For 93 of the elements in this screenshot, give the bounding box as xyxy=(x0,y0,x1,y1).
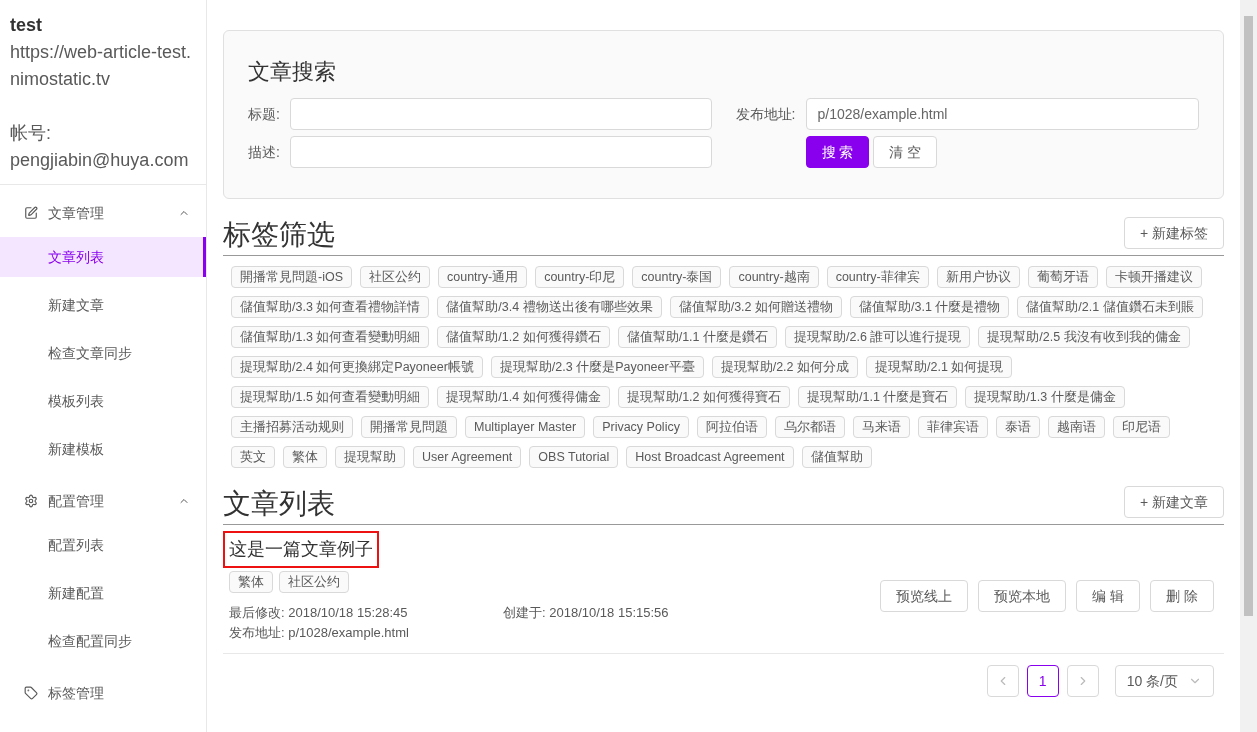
tag[interactable]: 儲值幫助/1.1 什麼是鑽石 xyxy=(617,326,777,348)
new-tag-button[interactable]: + 新建标签 xyxy=(1123,217,1224,249)
tag[interactable]: 儲值幫助 xyxy=(801,446,872,468)
tag[interactable]: Host Broadcast Agreement xyxy=(626,446,794,468)
tag[interactable]: 泰语 xyxy=(995,416,1040,438)
tag[interactable]: 儲值幫助/2.1 儲值鑽石未到賬 xyxy=(1017,296,1203,318)
tag[interactable]: 提現幫助/2.4 如何更換綁定Payoneer帳號 xyxy=(231,356,483,378)
tag[interactable]: 马来语 xyxy=(852,416,910,438)
tag[interactable]: 提現幫助/1.3 什麼是傭金 xyxy=(965,386,1125,408)
tag[interactable]: 開播常見問題-iOS xyxy=(231,266,352,288)
edit-icon xyxy=(24,206,38,220)
tag[interactable]: 儲值幫助/3.2 如何贈送禮物 xyxy=(669,296,842,318)
tag[interactable]: 印尼语 xyxy=(1112,416,1170,438)
menu-item[interactable]: 新建文章 xyxy=(0,285,206,325)
new-article-button[interactable]: + 新建文章 xyxy=(1123,486,1224,518)
account-email: pengjiabin@huya.com xyxy=(10,149,190,172)
tag[interactable]: 主播招募活动规则 xyxy=(231,416,353,438)
clear-button[interactable]: 清 空 xyxy=(873,136,938,168)
tag[interactable]: 開播常見問題 xyxy=(361,416,457,438)
tag[interactable]: 提現幫助/1.4 如何獲得傭金 xyxy=(437,386,610,408)
page-button[interactable]: 1 xyxy=(1026,665,1059,697)
tag[interactable]: 繁体 xyxy=(283,446,327,468)
tag[interactable]: Multiplayer Master xyxy=(465,416,586,438)
modified-time: 最后修改: 2018/10/18 15:28:45 xyxy=(229,604,409,622)
tag[interactable]: 提現幫助/1.5 如何查看變動明細 xyxy=(231,386,430,408)
tag[interactable]: 英文 xyxy=(231,446,275,468)
text-field[interactable] xyxy=(290,136,712,168)
tag[interactable]: 社区公约 xyxy=(360,266,430,288)
tag[interactable]: 儲值幫助/1.3 如何查看變動明細 xyxy=(231,326,430,348)
tag[interactable]: 提現幫助 xyxy=(335,446,405,468)
created-time: 创建于: 2018/10/18 15:15:56 xyxy=(503,604,669,622)
url-field[interactable]: p/1028/example.html xyxy=(805,98,1199,130)
tag[interactable]: country-通用 xyxy=(438,266,528,288)
site-name: test xyxy=(10,14,43,37)
menu-group[interactable]: 标签管理 xyxy=(0,669,206,717)
account-label: 帐号: xyxy=(10,122,52,145)
action-button[interactable]: 预览线上 xyxy=(880,580,969,612)
tag[interactable]: 葡萄牙语 xyxy=(1027,266,1098,288)
menu-item[interactable]: 模板列表 xyxy=(0,381,206,421)
next-page-button[interactable] xyxy=(1066,665,1099,697)
tag[interactable]: 乌尔都语 xyxy=(774,416,845,438)
tag[interactable]: 儲值幫助/3.3 如何查看禮物詳情 xyxy=(231,296,430,318)
field-label: 描述: xyxy=(248,142,281,162)
settings-icon xyxy=(24,494,38,508)
tag[interactable]: 新用户协议 xyxy=(936,266,1020,288)
tag[interactable]: 儲值幫助/3.4 禮物送出後有哪些效果 xyxy=(437,296,662,318)
tag[interactable]: 提現幫助/2.3 什麼是Payoneer平臺 xyxy=(490,356,704,378)
section-title: 标签筛选 xyxy=(223,218,335,252)
tag[interactable]: 阿拉伯语 xyxy=(696,416,767,438)
search-button[interactable]: 搜 索 xyxy=(805,136,870,168)
tag[interactable]: country-印尼 xyxy=(535,266,625,288)
menu-item[interactable]: 新建模板 xyxy=(0,429,206,469)
tag-icon xyxy=(24,686,38,700)
menu-item[interactable]: 文章列表 xyxy=(0,237,206,277)
field-label: 标题: xyxy=(248,104,281,124)
action-button[interactable]: 预览本地 xyxy=(978,580,1067,612)
menu-item[interactable]: 新建配置 xyxy=(0,573,206,613)
tag[interactable]: 提現幫助/2.2 如何分成 xyxy=(711,356,858,378)
tag[interactable]: country-泰国 xyxy=(632,266,722,288)
page-size-select[interactable]: 10 条/页 xyxy=(1114,665,1214,697)
tag[interactable]: 提現幫助/1.2 如何獲得寶石 xyxy=(617,386,790,408)
scrollbar[interactable] xyxy=(1240,0,1257,732)
tag[interactable]: 卡顿开播建议 xyxy=(1105,266,1202,288)
menu-group[interactable]: 配置管理 xyxy=(0,477,206,525)
tag[interactable]: 越南语 xyxy=(1047,416,1105,438)
action-button[interactable]: 编 辑 xyxy=(1076,580,1141,612)
tag[interactable]: 提現幫助/1.1 什麼是寶石 xyxy=(798,386,958,408)
tag[interactable]: 儲值幫助/3.1 什麼是禮物 xyxy=(850,296,1010,318)
tag[interactable]: 儲值幫助/1.2 如何獲得鑽石 xyxy=(437,326,610,348)
site-url: https://web-article-test.nimostatic.tv xyxy=(10,41,193,91)
tag[interactable]: OBS Tutorial xyxy=(529,446,619,468)
section-title: 文章列表 xyxy=(223,487,335,521)
menu-group[interactable]: 文章管理 xyxy=(0,189,206,237)
tag[interactable]: country-越南 xyxy=(729,266,819,288)
menu-item[interactable]: 检查配置同步 xyxy=(0,621,206,661)
publish-url: 发布地址: p/1028/example.html xyxy=(229,624,410,642)
search-title: 文章搜索 xyxy=(248,58,337,86)
tag[interactable]: 提現幫助/2.6 誰可以進行提現 xyxy=(785,326,971,348)
tag[interactable]: 提現幫助/2.5 我沒有收到我的傭金 xyxy=(978,326,1190,348)
action-button[interactable]: 删 除 xyxy=(1150,580,1214,612)
tag[interactable]: 菲律宾语 xyxy=(917,416,988,438)
tag[interactable]: 繁体 xyxy=(229,571,273,593)
field-label: 发布地址: xyxy=(735,104,797,124)
menu-item[interactable]: 检查文章同步 xyxy=(0,333,206,373)
article-title[interactable]: 这是一篇文章例子 xyxy=(223,531,379,568)
tag[interactable]: User Agreement xyxy=(413,446,522,468)
tag[interactable]: country-菲律宾 xyxy=(826,266,929,288)
tag[interactable]: 社区公约 xyxy=(279,571,349,593)
tag[interactable]: 提現幫助/2.1 如何提現 xyxy=(866,356,1013,378)
tag[interactable]: Privacy Policy xyxy=(593,416,689,438)
previous-page-button[interactable] xyxy=(986,665,1019,697)
menu-item[interactable]: 配置列表 xyxy=(0,525,206,565)
text-field[interactable] xyxy=(290,98,712,130)
